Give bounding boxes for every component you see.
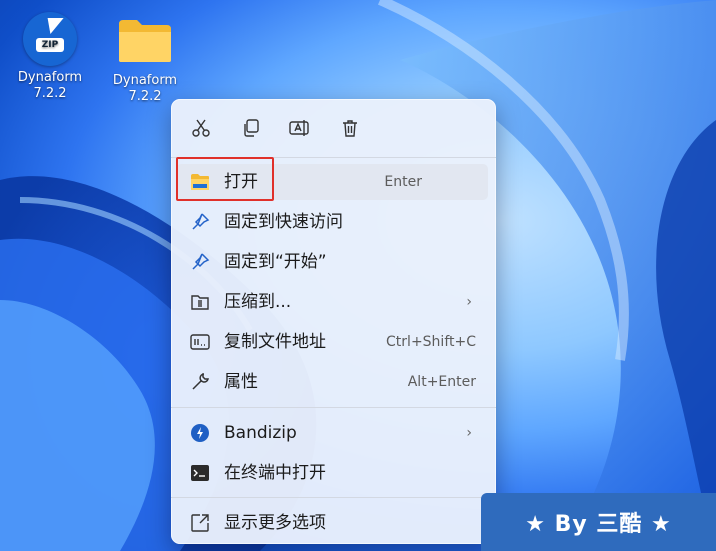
copy-path-icon bbox=[190, 332, 210, 352]
menu-item-show-more-options[interactable]: 显示更多选项 bbox=[176, 505, 488, 541]
cut-button[interactable] bbox=[186, 113, 216, 143]
desktop-icon-zip[interactable]: ZIP Dynaform 7.2.2 bbox=[8, 12, 92, 102]
menu-item-properties[interactable]: 属性 Alt+Enter bbox=[176, 364, 488, 400]
menu-item-pin-quick-access[interactable]: 固定到快速访问 bbox=[176, 204, 488, 240]
menu-item-label: 属性 bbox=[224, 372, 258, 392]
rename-icon bbox=[289, 120, 309, 136]
watermark: ★ By 三酷 ★ bbox=[481, 493, 716, 551]
delete-icon bbox=[343, 120, 357, 137]
menu-item-label: 在终端中打开 bbox=[224, 463, 326, 483]
desktop-icon-label: Dynaform bbox=[17, 70, 83, 85]
bandizip-icon bbox=[190, 423, 210, 443]
delete-button[interactable] bbox=[335, 113, 365, 143]
terminal-icon bbox=[190, 463, 210, 483]
menu-item-shortcut: Alt+Enter bbox=[407, 374, 476, 390]
menu-item-label: Bandizip bbox=[224, 423, 297, 443]
copy-icon bbox=[244, 119, 259, 137]
menu-item-label: 压缩到... bbox=[224, 292, 292, 312]
menu-separator bbox=[171, 407, 496, 408]
menu-item-bandizip[interactable]: Bandizip › bbox=[176, 415, 488, 451]
pin-icon bbox=[190, 252, 210, 272]
menu-item-label: 显示更多选项 bbox=[224, 513, 326, 533]
wrench-icon bbox=[190, 372, 210, 392]
menu-item-pin-start[interactable]: 固定到“开始” bbox=[176, 244, 488, 280]
copy-button[interactable] bbox=[236, 113, 266, 143]
menu-item-shortcut: Ctrl+Shift+C bbox=[386, 334, 476, 350]
pin-icon bbox=[190, 212, 210, 232]
menu-item-copy-path[interactable]: 复制文件地址 Ctrl+Shift+C bbox=[176, 324, 488, 360]
menu-toolbar bbox=[171, 99, 496, 157]
chevron-right-icon: › bbox=[466, 425, 472, 441]
desktop-icon-folder[interactable]: Dynaform 7.2.2 bbox=[103, 12, 187, 105]
chevron-right-icon: › bbox=[466, 294, 472, 310]
folder-icon bbox=[119, 20, 171, 62]
zip-folder-icon bbox=[190, 292, 210, 312]
menu-item-label: 复制文件地址 bbox=[224, 332, 326, 352]
more-options-icon bbox=[190, 513, 210, 533]
menu-separator bbox=[171, 497, 496, 498]
menu-item-label: 固定到“开始” bbox=[224, 252, 327, 272]
highlight-box bbox=[176, 157, 274, 201]
desktop-icon-label-version: 7.2.2 bbox=[33, 86, 67, 101]
cut-icon bbox=[192, 119, 210, 137]
menu-item-open-terminal[interactable]: 在终端中打开 bbox=[176, 455, 488, 491]
menu-item-shortcut: Enter bbox=[384, 174, 422, 190]
desktop-icon-label: Dynaform bbox=[112, 73, 178, 88]
zip-archive-icon: ZIP bbox=[23, 12, 77, 66]
menu-item-compress[interactable]: 压缩到... › bbox=[176, 284, 488, 320]
rename-button[interactable] bbox=[284, 113, 314, 143]
menu-item-label: 固定到快速访问 bbox=[224, 212, 343, 232]
